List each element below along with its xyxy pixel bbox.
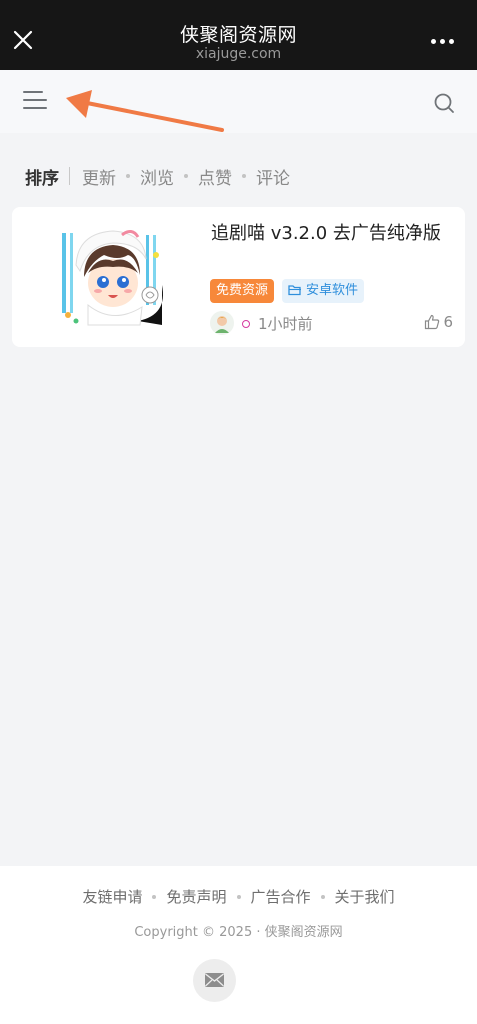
thumbs-up-icon	[425, 314, 440, 330]
site-navbar	[0, 70, 477, 133]
footer-link-about[interactable]: 关于我们	[335, 886, 395, 907]
sort-option-views[interactable]: 浏览	[140, 164, 174, 189]
separator-dot	[320, 894, 325, 899]
site-footer: 友链申请 免责声明 广告合作 关于我们 Copyright © 2025 · 侠…	[0, 866, 477, 1024]
sort-label: 排序	[25, 168, 59, 189]
footer-links: 友链申请 免责声明 广告合作 关于我们	[0, 886, 477, 907]
post-card[interactable]: 追剧喵 v3.2.0 去广告纯净版 免费资源 安卓软件 1小时前 6	[12, 207, 465, 347]
mail-button[interactable]	[193, 959, 236, 1002]
app-header: 侠聚阁资源网 xiajuge.com	[0, 0, 477, 70]
tag-category[interactable]: 安卓软件	[282, 279, 365, 303]
sort-bar: 排序 更新 浏览 点赞 评论	[25, 164, 290, 189]
tag-category-label: 安卓软件	[306, 283, 359, 298]
post-title[interactable]: 追剧喵 v3.2.0 去广告纯净版	[211, 219, 441, 245]
avatar[interactable]	[210, 311, 234, 335]
copyright: Copyright © 2025 · 侠聚阁资源网	[134, 925, 343, 940]
like-count: 6	[443, 313, 453, 331]
hamburger-menu-icon[interactable]	[23, 91, 47, 111]
page-title: 侠聚阁资源网	[179, 24, 297, 46]
page-domain: xiajuge.com	[195, 46, 282, 62]
search-icon[interactable]	[433, 92, 455, 114]
more-icon[interactable]	[431, 39, 455, 45]
separator-dot	[236, 894, 241, 899]
footer-link-friend-links[interactable]: 友链申请	[82, 886, 142, 907]
separator-dot	[242, 174, 246, 178]
separator-dot	[152, 894, 157, 899]
sort-option-likes[interactable]: 点赞	[198, 164, 232, 189]
sort-option-comments[interactable]: 评论	[256, 164, 290, 189]
app-thumbnail	[60, 229, 166, 329]
tag-free-resource[interactable]: 免费资源	[210, 279, 275, 303]
divider	[69, 167, 70, 185]
status-ring-icon	[242, 320, 250, 328]
mail-icon	[205, 973, 224, 987]
footer-link-disclaimer[interactable]: 免责声明	[166, 886, 226, 907]
separator-dot	[126, 174, 130, 178]
like-button[interactable]: 6	[424, 313, 453, 331]
post-time: 1小时前	[258, 315, 313, 333]
footer-link-advertise[interactable]: 广告合作	[251, 886, 311, 907]
separator-dot	[184, 174, 188, 178]
folder-icon	[288, 285, 301, 296]
avatar-image	[215, 316, 229, 333]
sort-option-updated[interactable]: 更新	[82, 164, 116, 189]
